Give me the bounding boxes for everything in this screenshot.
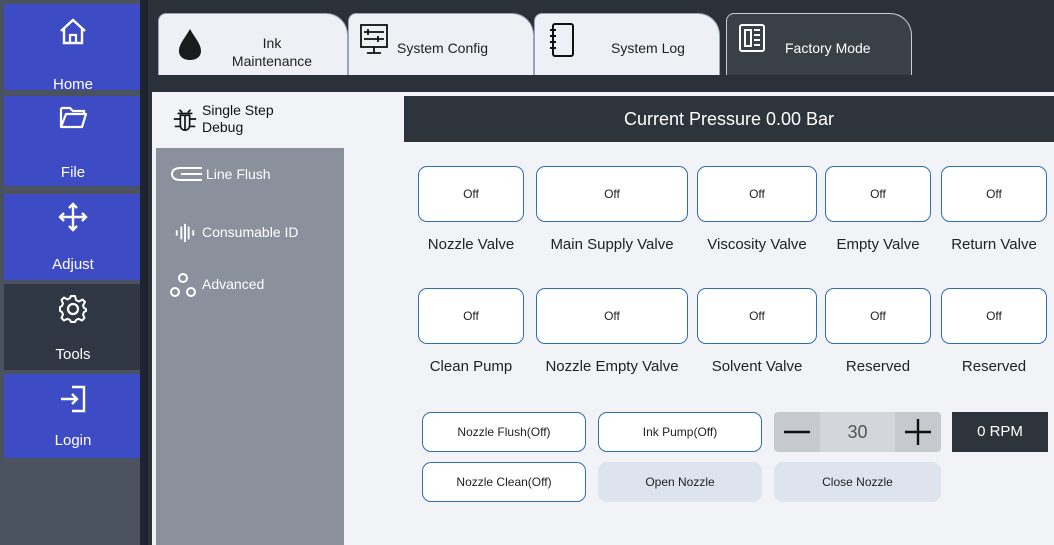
subnav-debug-label-2: Debug xyxy=(202,119,244,135)
nav-divider xyxy=(140,0,148,545)
debug-panel: Current Pressure 0.00 Bar Off Off Off Of… xyxy=(404,96,1054,545)
bug-icon xyxy=(173,109,197,131)
pipe-icon xyxy=(170,167,202,181)
tab-factory-mode[interactable]: Factory Mode xyxy=(726,13,912,75)
signal-bars-icon xyxy=(175,223,195,243)
subnav-line-flush-label: Line Flush xyxy=(206,166,271,182)
sub-nav: Single Step Debug Line Flush Consumable … xyxy=(156,92,344,545)
subnav-single-step-debug[interactable]: Single Step Debug xyxy=(156,92,344,148)
tab-ink-label-2: Maintenance xyxy=(231,53,313,69)
login-icon xyxy=(61,385,86,413)
content-area: Single Step Debug Line Flush Consumable … xyxy=(152,92,1054,545)
viscosity-valve-label: Viscosity Valve xyxy=(707,236,807,253)
ink-drop-icon xyxy=(179,29,201,60)
reserved-1-toggle[interactable]: Off xyxy=(825,288,931,344)
left-nav: Home File Adjust Tools Login xyxy=(0,0,148,545)
nav-file[interactable]: File xyxy=(4,96,142,186)
nav-tools-label: Tools xyxy=(55,346,91,363)
tab-system-config[interactable]: System Config xyxy=(348,13,534,75)
reserved-2-label: Reserved xyxy=(961,358,1027,375)
main-area: Ink Maintenance System Config System Log xyxy=(148,0,1054,545)
nav-adjust-label: Adjust xyxy=(52,256,94,273)
move-arrows-icon xyxy=(58,202,88,232)
plus-icon xyxy=(905,419,931,445)
nav-file-label: File xyxy=(60,164,86,181)
tab-ink-maintenance[interactable]: Ink Maintenance xyxy=(158,13,348,75)
open-nozzle-button[interactable]: Open Nozzle xyxy=(598,462,762,502)
tab-system-config-label: System Config xyxy=(397,40,489,56)
pump-speed-value[interactable]: 30 xyxy=(820,412,895,452)
nozzle-empty-valve-toggle[interactable]: Off xyxy=(536,288,688,344)
nozzle-flush-button[interactable]: Nozzle Flush(Off) xyxy=(422,412,586,452)
tab-system-log-label: System Log xyxy=(611,40,685,56)
folder-icon xyxy=(59,106,88,129)
nozzle-valve-label: Nozzle Valve xyxy=(427,236,515,253)
tab-bar: Ink Maintenance System Config System Log xyxy=(148,0,1054,92)
clean-pump-label: Clean Pump xyxy=(429,358,513,375)
viscosity-valve-toggle[interactable]: Off xyxy=(697,166,817,222)
close-nozzle-button[interactable]: Close Nozzle xyxy=(774,462,941,502)
subnav-consumable-id[interactable]: Consumable ID xyxy=(156,208,344,264)
factory-doc-icon xyxy=(739,24,765,52)
home-icon xyxy=(60,18,86,45)
solvent-valve-toggle[interactable]: Off xyxy=(697,288,817,344)
return-valve-label: Return Valve xyxy=(951,236,1037,253)
subnav-debug-label-1: Single Step xyxy=(202,102,274,118)
subnav-consumable-id-label: Consumable ID xyxy=(202,224,299,240)
reserved-1-label: Reserved xyxy=(845,358,911,375)
pump-speed-stepper: 30 xyxy=(774,412,941,452)
rpm-readout: 0 RPM xyxy=(952,412,1048,452)
nav-login-label: Login xyxy=(54,432,92,449)
return-valve-toggle[interactable]: Off xyxy=(941,166,1047,222)
pressure-readout: Current Pressure 0.00 Bar xyxy=(404,96,1054,142)
subnav-line-flush[interactable]: Line Flush xyxy=(156,150,344,206)
clean-pump-toggle[interactable]: Off xyxy=(418,288,524,344)
subnav-advanced[interactable]: Advanced xyxy=(156,264,344,320)
reserved-2-toggle[interactable]: Off xyxy=(941,288,1047,344)
nozzle-valve-toggle[interactable]: Off xyxy=(418,166,524,222)
main-supply-valve-label: Main Supply Valve xyxy=(550,236,674,253)
empty-valve-toggle[interactable]: Off xyxy=(825,166,931,222)
minus-icon xyxy=(784,430,810,434)
pump-speed-decrease-button[interactable] xyxy=(774,412,820,452)
nozzle-clean-button[interactable]: Nozzle Clean(Off) xyxy=(422,462,586,502)
nav-adjust[interactable]: Adjust xyxy=(4,194,142,280)
tab-system-log[interactable]: System Log xyxy=(534,13,720,75)
subnav-advanced-label: Advanced xyxy=(202,276,265,292)
nav-login[interactable]: Login xyxy=(4,374,142,458)
notebook-icon xyxy=(550,23,574,57)
solvent-valve-label: Solvent Valve xyxy=(711,358,803,375)
empty-valve-label: Empty Valve xyxy=(836,236,920,253)
nodes-icon xyxy=(170,273,196,297)
sliders-icon xyxy=(360,24,388,54)
nav-home[interactable]: Home xyxy=(4,4,142,93)
main-supply-valve-toggle[interactable]: Off xyxy=(536,166,688,222)
nav-tools[interactable]: Tools xyxy=(4,284,142,370)
tab-factory-mode-label: Factory Mode xyxy=(785,40,871,56)
pump-speed-increase-button[interactable] xyxy=(895,412,941,452)
tab-ink-label-1: Ink xyxy=(262,35,282,51)
gear-icon xyxy=(59,295,87,323)
nozzle-empty-valve-label: Nozzle Empty Valve xyxy=(545,358,679,375)
nav-home-label: Home xyxy=(52,76,93,93)
ink-pump-button[interactable]: Ink Pump(Off) xyxy=(598,412,762,452)
